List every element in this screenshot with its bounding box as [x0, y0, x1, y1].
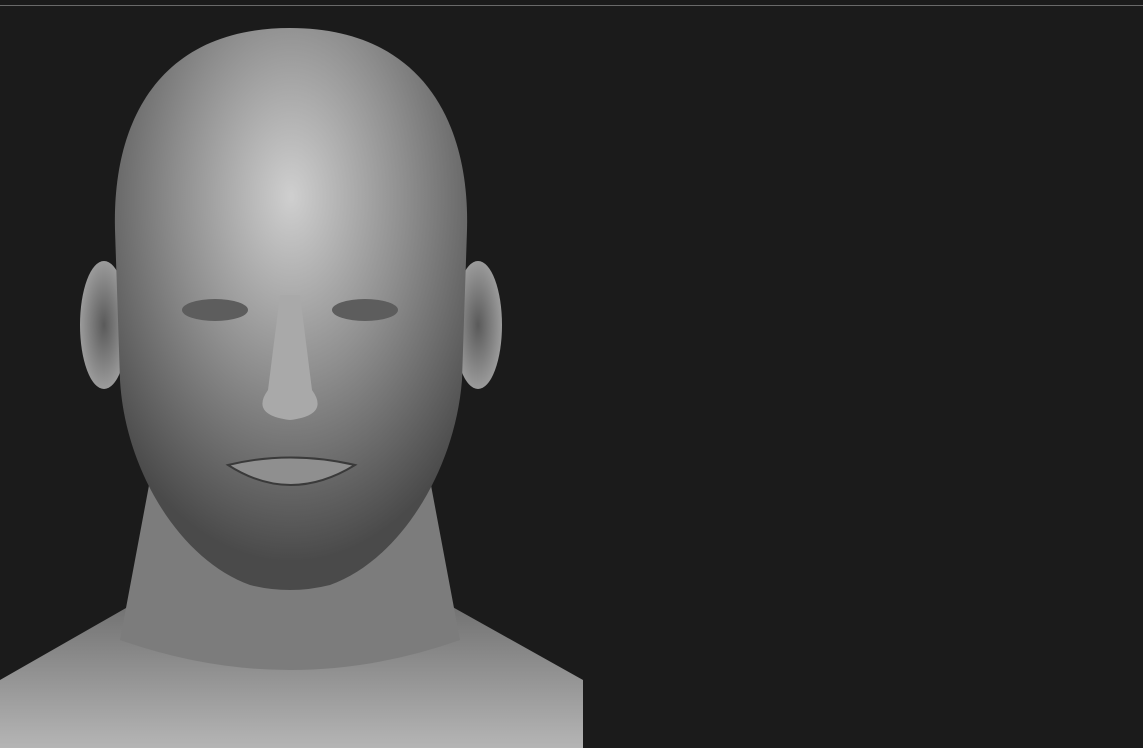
head-front-view	[0, 28, 583, 748]
render-viewport	[0, 0, 1143, 748]
sculpt-render	[0, 28, 583, 748]
view-divider	[583, 6, 585, 748]
eye-left	[182, 299, 248, 321]
eye-right	[332, 299, 398, 321]
